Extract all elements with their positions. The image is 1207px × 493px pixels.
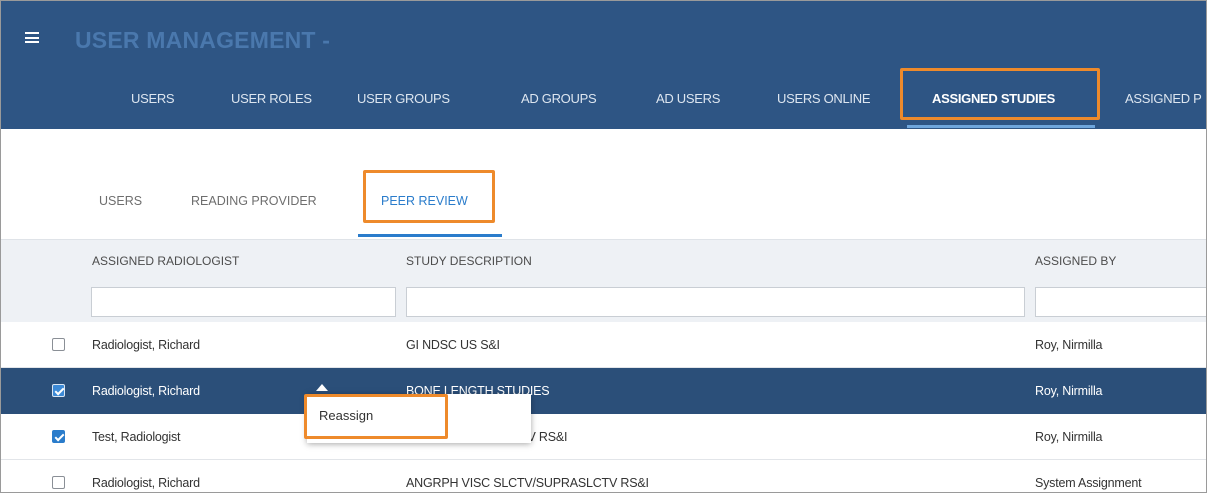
cell-study-description: GI NDSC US S&I <box>406 338 500 352</box>
subtab-users[interactable]: USERS <box>99 194 142 208</box>
cell-assigned-radiologist: Radiologist, Richard <box>92 384 200 398</box>
app-window: USER MANAGEMENT - USERS USER ROLES USER … <box>0 0 1207 493</box>
assigned-studies-highlight-box <box>900 68 1100 120</box>
active-tab-indicator <box>907 125 1095 128</box>
cell-study-description: ANGRPH VISC SLCTV/SUPRASLCTV RS&I <box>406 476 649 490</box>
filter-study-description-input[interactable] <box>406 287 1025 317</box>
column-header-assigned-radiologist[interactable]: ASSIGNED RADIOLOGIST <box>92 254 239 268</box>
column-header-study-description[interactable]: STUDY DESCRIPTION <box>406 254 532 268</box>
peer-review-highlight-box <box>363 170 495 223</box>
table-row-selected[interactable]: Radiologist, Richard BONE LENGTH STUDIES… <box>1 368 1206 414</box>
tab-ad-users[interactable]: AD USERS <box>656 91 720 106</box>
cell-assigned-radiologist: Radiologist, Richard <box>92 476 200 490</box>
cell-assigned-radiologist: Radiologist, Richard <box>92 338 200 352</box>
subtab-reading-provider[interactable]: READING PROVIDER <box>191 194 317 208</box>
row-checkbox[interactable] <box>52 384 65 397</box>
cell-assigned-radiologist: Test, Radiologist <box>92 430 181 444</box>
tab-user-roles[interactable]: USER ROLES <box>231 91 312 106</box>
active-subtab-indicator <box>358 234 502 237</box>
table-row[interactable]: Test, Radiologist NI SLCTV RS&I Roy, Nir… <box>1 414 1206 460</box>
table-row[interactable]: Radiologist, Richard GI NDSC US S&I Roy,… <box>1 322 1206 368</box>
row-checkbox[interactable] <box>52 430 65 443</box>
cell-assigned-by: System Assignment <box>1035 476 1142 490</box>
cell-assigned-by: Roy, Nirmilla <box>1035 384 1103 398</box>
cell-assigned-by: Roy, Nirmilla <box>1035 338 1103 352</box>
page-title: USER MANAGEMENT - <box>75 27 331 53</box>
tab-users-online[interactable]: USERS ONLINE <box>777 91 871 106</box>
tab-assigned-p[interactable]: ASSIGNED P <box>1125 91 1202 106</box>
cell-assigned-by: Roy, Nirmilla <box>1035 430 1103 444</box>
filter-assigned-radiologist-input[interactable] <box>91 287 396 317</box>
column-header-assigned-by[interactable]: ASSIGNED BY <box>1035 254 1116 268</box>
hamburger-menu-icon[interactable] <box>25 32 39 43</box>
tab-user-groups[interactable]: USER GROUPS <box>357 91 450 106</box>
table-row[interactable]: Radiologist, Richard ANGRPH VISC SLCTV/S… <box>1 460 1206 492</box>
filter-assigned-by-input[interactable] <box>1035 287 1206 317</box>
row-checkbox[interactable] <box>52 338 65 351</box>
context-menu-pointer <box>316 384 328 391</box>
tab-users[interactable]: USERS <box>131 91 175 106</box>
tab-ad-groups[interactable]: AD GROUPS <box>521 91 597 106</box>
reassign-highlight-box <box>304 394 448 439</box>
row-checkbox[interactable] <box>52 476 65 489</box>
